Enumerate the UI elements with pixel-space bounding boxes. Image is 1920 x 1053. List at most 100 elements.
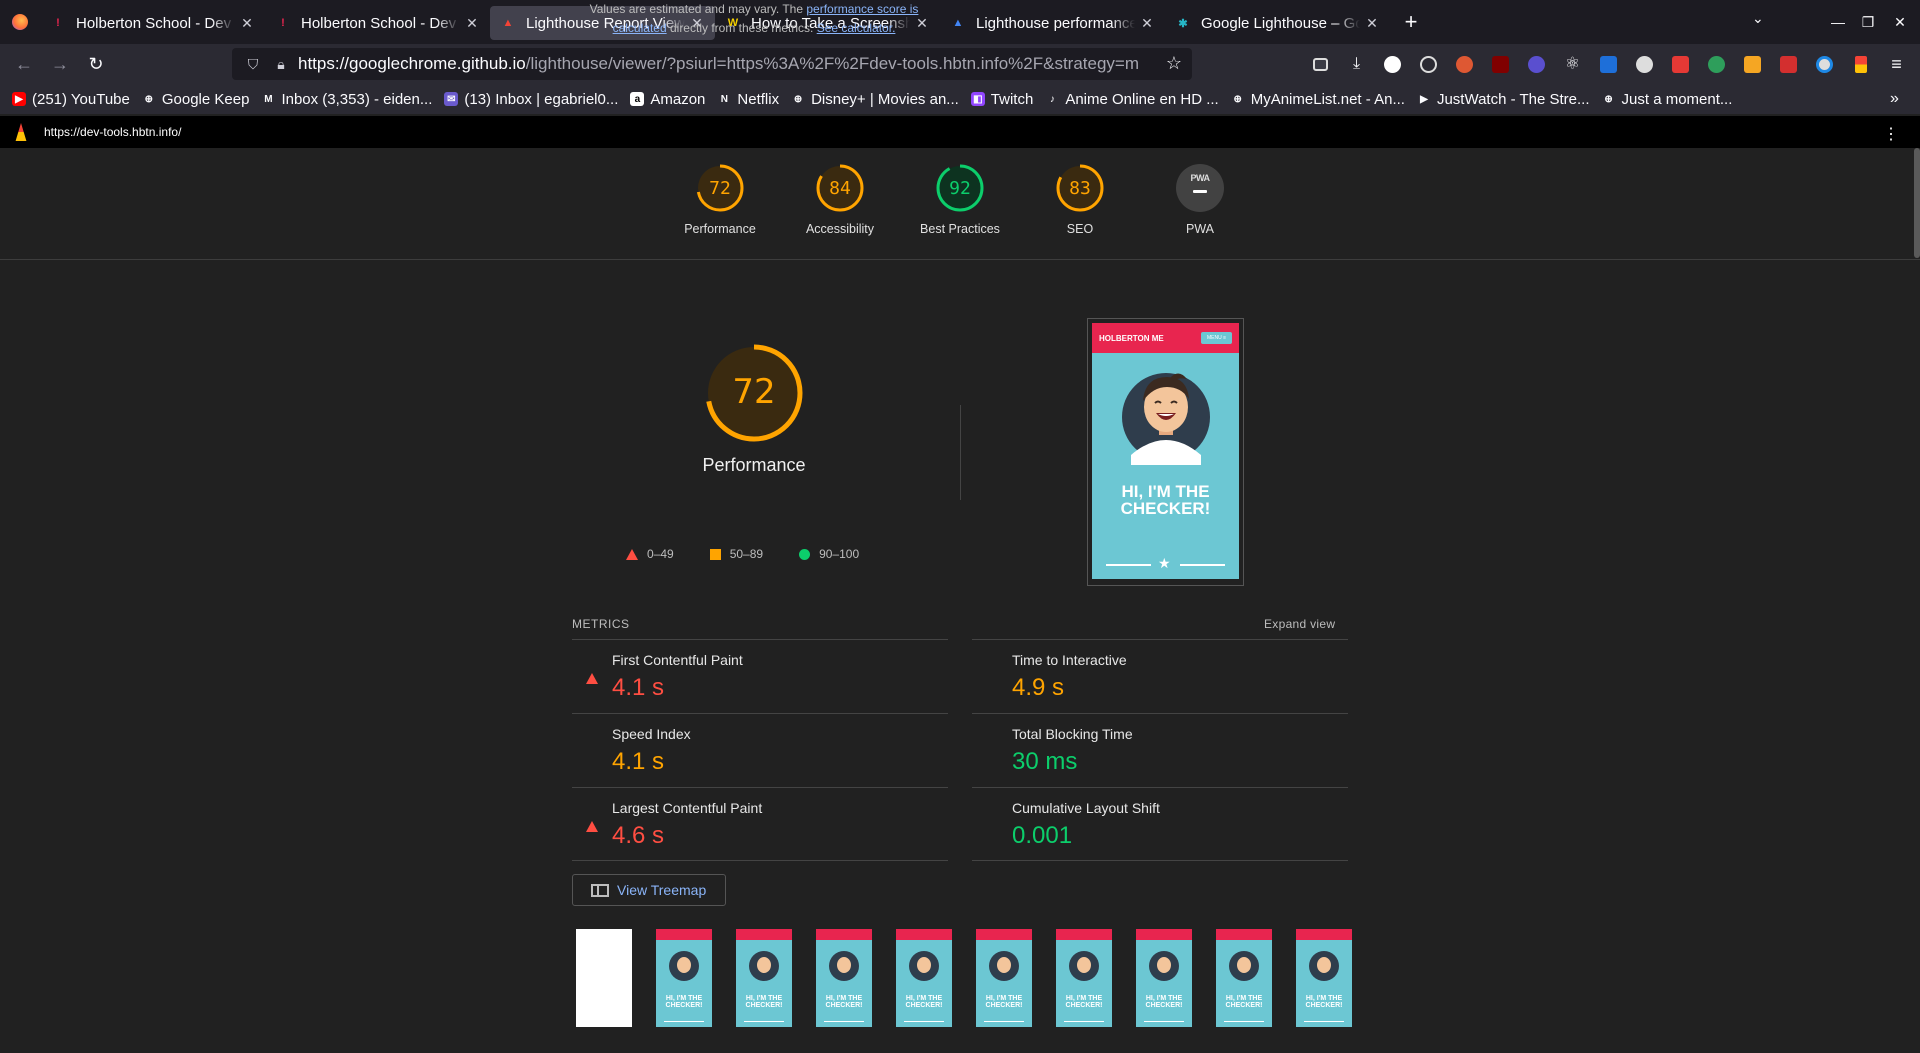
scrollbar[interactable] [1914, 148, 1920, 258]
view-treemap-button[interactable]: View Treemap [572, 874, 726, 906]
bookmark-label: JustWatch - The Stre... [1436, 90, 1590, 108]
tab-strip: ǃ Holberton School - Dev ✕ ǃ Holberton Schoo… [0, 0, 1920, 44]
frame-header [1136, 929, 1192, 940]
bookmark-item[interactable]: a Amazon [630, 91, 705, 108]
metric-total-blocking-time: Total Blocking Time 30 ms [972, 713, 1348, 787]
extension-badge-icon[interactable] [1740, 50, 1765, 78]
category-label: Accessibility [805, 222, 875, 236]
divider [960, 405, 961, 500]
bookmark-item[interactable]: ⊕ Disney+ | Movies an... [791, 91, 959, 108]
ublock-icon[interactable] [1488, 50, 1513, 78]
frame-line [1304, 1021, 1344, 1022]
bookmark-favicon-icon: ◧ [970, 92, 985, 106]
new-tab-button[interactable]: + [1394, 9, 1428, 35]
bookmark-label: Inbox (3,353) - eiden... [281, 90, 433, 108]
frame-avatar-icon [1309, 951, 1339, 981]
pocket-icon[interactable] [1308, 50, 1333, 78]
more-bookmarks-icon[interactable]: » [1890, 90, 1906, 108]
back-icon[interactable]: ← [6, 48, 42, 80]
gauge-performance[interactable]: 72 Performance [660, 164, 780, 236]
headline-line-1: HI, I'M THE [1121, 482, 1210, 501]
gauge-accessibility[interactable]: 84 Accessibility [780, 164, 900, 236]
bookmark-star-icon[interactable]: ☆ [1166, 53, 1182, 74]
frame-avatar-icon [1149, 951, 1179, 981]
pwa-badge-text: PWA [1190, 173, 1210, 183]
gauge-seo[interactable]: 83 SEO [1020, 164, 1140, 236]
tab-4[interactable]: ▲ Lighthouse performance ✕ [940, 6, 1165, 40]
filmstrip-frame: HI, I'M THE CHECKER! [896, 929, 952, 1027]
close-tab-icon[interactable]: ✕ [464, 15, 480, 32]
url-host: https://googlechrome.github.io [298, 54, 526, 73]
list-all-tabs-icon[interactable]: ⌄ [1752, 10, 1764, 27]
gauge-pwa[interactable]: PWA PWA [1140, 164, 1260, 236]
red-triangle-icon [626, 548, 638, 560]
bookmark-favicon-icon: N [720, 93, 728, 105]
duckduckgo-icon[interactable] [1452, 50, 1477, 78]
bookmark-item[interactable]: ✉ (13) Inbox | egabriel0... [444, 91, 618, 108]
frame-avatar-icon [989, 951, 1019, 981]
see-calculator-link[interactable]: See calculator. [817, 21, 896, 35]
performance-title: Performance [702, 455, 806, 475]
frame-avatar-icon [1229, 951, 1259, 981]
screenshot-icon[interactable] [1668, 50, 1693, 78]
metric-speed-index: Speed Index 4.1 s [572, 713, 948, 787]
close-window-icon[interactable]: ✕ [1882, 0, 1918, 44]
frame-header [816, 929, 872, 940]
bookmark-label: Amazon [650, 90, 706, 108]
reload-icon[interactable]: ↻ [78, 48, 114, 80]
close-tab-icon[interactable]: ✕ [1139, 15, 1155, 32]
bookmark-item[interactable]: ▶ (251) YouTube [12, 91, 130, 108]
lighthouse-extension-icon[interactable] [1848, 50, 1873, 78]
shield-icon[interactable]: ⛉ [242, 56, 264, 73]
legend-average: 50–89 [709, 547, 763, 561]
downloads-icon[interactable]: ⤓ [1344, 50, 1369, 78]
extension-red-s-icon[interactable] [1776, 50, 1801, 78]
bookmark-item[interactable]: ⊕ Google Keep [142, 91, 250, 108]
lock-icon[interactable]: 🔒︎ [270, 56, 292, 73]
extension-blue-circle-icon[interactable] [1812, 50, 1837, 78]
gauge-best-practices[interactable]: 92 Best Practices [900, 164, 1020, 236]
bookmark-item[interactable]: ⊕ Just a moment... [1602, 91, 1732, 108]
bookmark-item[interactable]: ▶ JustWatch - The Stre... [1417, 90, 1590, 108]
frame-avatar-icon [909, 951, 939, 981]
frame-headline: HI, I'M THE CHECKER! [1145, 995, 1183, 1009]
frame-headline: HI, I'M THE CHECKER! [1065, 995, 1103, 1009]
tab-1[interactable]: ǃ Holberton School - Dev ✕ [265, 6, 490, 40]
report-url[interactable]: https://dev-tools.hbtn.info/ [44, 125, 181, 139]
extension-clock-icon[interactable] [1632, 50, 1657, 78]
tab-0[interactable]: ǃ Holberton School - Dev ✕ [40, 6, 265, 40]
bookmark-item[interactable]: ♪ Anime Online en HD ... [1045, 91, 1219, 108]
star-icon: ★ [1158, 555, 1171, 571]
forward-icon[interactable]: → [42, 48, 78, 80]
extension-globe-icon[interactable] [1704, 50, 1729, 78]
restore-icon[interactable]: ❐ [1850, 0, 1886, 44]
category-label: Performance [684, 222, 756, 236]
expand-view-toggle[interactable]: Expand view [1264, 617, 1335, 631]
extension-s-icon[interactable] [1596, 50, 1621, 78]
bookmark-item[interactable]: ◧ Twitch [970, 91, 1033, 108]
frame-header [736, 929, 792, 940]
frame-avatar-icon [749, 951, 779, 981]
close-tab-icon[interactable]: ✕ [239, 15, 255, 32]
menu-icon[interactable]: ≡ [1884, 50, 1909, 78]
extension-e-icon[interactable] [1380, 50, 1405, 78]
bookmark-label: (251) YouTube [32, 90, 130, 108]
bookmark-item[interactable]: ⊕ MyAnimeList.net - An... [1231, 91, 1405, 108]
extension-ninja-icon[interactable] [1416, 50, 1441, 78]
category-score: 83 [1069, 178, 1091, 199]
category-label: SEO [1066, 222, 1094, 236]
firefox-icon[interactable] [0, 0, 40, 44]
frame-header [656, 929, 712, 940]
tab-5[interactable]: ✱ Google Lighthouse – Go ✕ [1165, 6, 1390, 40]
tools-menu-icon[interactable]: ⋮ [1883, 124, 1900, 144]
bookmark-item[interactable]: M Inbox (3,353) - eiden... [261, 91, 432, 108]
metric-value: 4.9 s [1012, 674, 1065, 701]
url-bar[interactable]: ⛉ 🔒︎ https://googlechrome.github.io/ligh… [232, 48, 1192, 80]
metric-value: 30 ms [1012, 748, 1078, 775]
bookmark-item[interactable]: N Netflix [717, 91, 779, 108]
react-devtools-icon[interactable]: ⚛ [1560, 50, 1585, 78]
tab-favicon-icon: ǃ [281, 17, 285, 29]
final-screenshot[interactable]: HOLBERTON ME MENU ≡ HI, I'M THE CHECKER! … [1087, 318, 1244, 586]
close-tab-icon[interactable]: ✕ [1364, 15, 1380, 32]
extension-eye-icon[interactable] [1524, 50, 1549, 78]
